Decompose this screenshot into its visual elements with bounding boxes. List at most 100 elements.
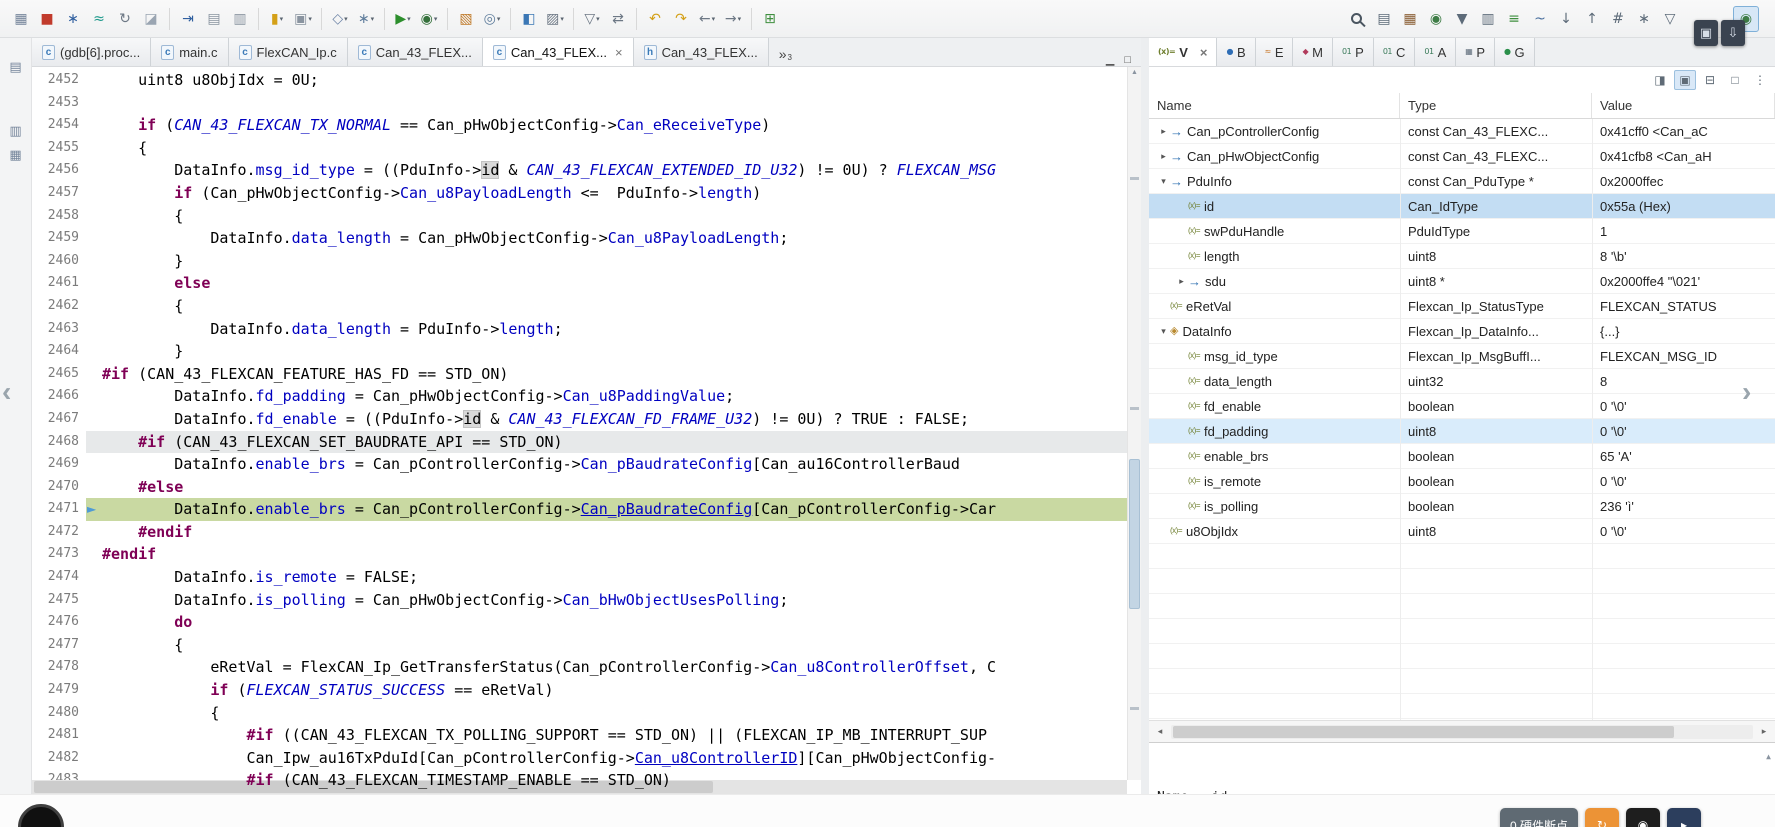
toolbar-button-open-perspective[interactable]: ▦ xyxy=(8,6,34,32)
toolbar-button-memory-view[interactable]: ▥ xyxy=(1475,6,1501,32)
toolbar-button-filter[interactable]: ▽ ▾ xyxy=(579,6,605,32)
toolbar-button-redo[interactable]: ↷ xyxy=(668,6,694,32)
left-chevron-icon[interactable]: ‹ xyxy=(2,378,11,406)
variable-row-sdu[interactable]: ▸ → sdu uint8 * 0x2000ffe4 "\021' xyxy=(1149,269,1775,294)
toolbar-button-terminate[interactable]: ■ xyxy=(34,6,60,32)
code-line-2464[interactable]: } xyxy=(86,340,1127,363)
code-line-2466[interactable]: DataInfo.fd_padding = Can_pHwObjectConfi… xyxy=(86,385,1127,408)
code-line-2455[interactable]: { xyxy=(86,137,1127,160)
right-chevron-icon[interactable]: › xyxy=(1742,378,1751,406)
code-line-2462[interactable]: { xyxy=(86,295,1127,318)
taskbar-button-tool-black[interactable]: ◉ xyxy=(1626,808,1661,827)
toolbar-button-connect-target[interactable]: ≈ xyxy=(86,6,112,32)
toolbar-button-pin-editor[interactable]: ▼ xyxy=(1449,6,1475,32)
view-tab-aux-registers[interactable]: 01 A xyxy=(1415,38,1457,66)
scroll-thumb[interactable] xyxy=(1173,725,1674,738)
expand-icon[interactable]: ▸ xyxy=(1175,276,1188,287)
column-divider[interactable] xyxy=(1400,119,1401,720)
maximize-button[interactable]: □ xyxy=(1124,54,1131,66)
scroll-left-button[interactable]: ◂ xyxy=(1151,726,1169,737)
code-line-2471[interactable]: ► DataInfo.enable_brs = Can_pControllerC… xyxy=(86,498,1127,521)
code-line-2468[interactable]: #if (CAN_43_FLEXCAN_SET_BAUDRATE_API == … xyxy=(86,430,1127,454)
minimized-view-outline-icon[interactable]: ▥ xyxy=(5,120,27,142)
toolbar-button-view-grid[interactable]: ▥ xyxy=(227,6,253,32)
editor-tab-gdb-6-proc[interactable]: c (gdb[6].proc... xyxy=(32,38,152,66)
toolbar-button-terminal-view[interactable]: # xyxy=(1605,6,1631,32)
expand-icon[interactable]: ▸ xyxy=(1157,126,1170,137)
overview-mark[interactable] xyxy=(1130,177,1139,180)
view-tab-globals[interactable]: ● G xyxy=(1495,38,1535,66)
close-view-icon[interactable]: × xyxy=(1200,46,1208,59)
toolbar-button-build-all[interactable]: ▨ ▾ xyxy=(542,6,568,32)
column-header-value[interactable]: Value xyxy=(1592,93,1775,118)
variable-row-eretval[interactable]: (x)= eRetVal Flexcan_Ip_StatusType FLEXCAN_… xyxy=(1149,294,1775,319)
variable-row-is-polling[interactable]: (x)= is_polling boolean 236 'ì' xyxy=(1149,494,1775,519)
toolbar-button-swap-views[interactable]: ⇄ xyxy=(605,6,631,32)
view-tab-peripherals[interactable]: 01 P xyxy=(1332,38,1374,66)
code-line-2479[interactable]: if (FLEXCAN_STATUS_SUCCESS == eRetVal) xyxy=(86,679,1127,702)
code-line-2477[interactable]: { xyxy=(86,634,1127,657)
variable-row-id[interactable]: (x)= id Can_IdType 0x55a (Hex) xyxy=(1149,194,1775,219)
variables-toolbar-show-logical-structure-icon[interactable]: ◨ xyxy=(1649,70,1671,90)
scroll-right-button[interactable]: ▸ xyxy=(1755,726,1773,737)
tab-overflow-indicator[interactable]: » 3 xyxy=(775,46,796,66)
code-line-2452[interactable]: uint8 u8ObjIdx = 0U; xyxy=(86,69,1127,92)
editor-panel-sash[interactable] xyxy=(1141,38,1149,794)
toolbar-button-target-tasks[interactable]: ▣ ▾ xyxy=(290,6,316,32)
toolbar-button-new-wizard[interactable]: ∗ xyxy=(60,6,86,32)
taskbar-button-hw-breakpoints[interactable]: 0 硬件断点 xyxy=(1500,808,1579,827)
code-line-2459[interactable]: DataInfo.data_length = Can_pHwObjectConf… xyxy=(86,227,1127,250)
code-line-2472[interactable]: #endif xyxy=(86,521,1127,544)
toolbar-button-snippets-view[interactable]: ∗ xyxy=(1631,6,1657,32)
variable-row-can-pcontrollerconfig[interactable]: ▸ → Can_pControllerConfig const Can_43_FLEX… xyxy=(1149,119,1775,144)
taskbar-button-tool-orange[interactable]: ↻ xyxy=(1585,808,1620,827)
editor-vertical-scrollbar[interactable]: ▲ xyxy=(1127,67,1141,780)
scroll-track[interactable] xyxy=(1171,724,1753,739)
code-line-2478[interactable]: eRetVal = FlexCAN_Ip_GetTransferStatus(C… xyxy=(86,656,1127,679)
code-line-2456[interactable]: DataInfo.msg_id_type = ((PduInfo->id & C… xyxy=(86,159,1127,182)
vertical-scroll-thumb[interactable] xyxy=(1129,459,1140,609)
collapse-icon[interactable]: ▾ xyxy=(1157,326,1170,337)
toolbar-button-annotate[interactable]: ◇ ▾ xyxy=(327,6,353,32)
detail-scroll-up-icon[interactable]: ▲ xyxy=(1766,747,1771,767)
code-line-2457[interactable]: if (Can_pHwObjectConfig->Can_u8PayloadLe… xyxy=(86,182,1127,205)
variables-horizontal-scrollbar[interactable]: ◂ ▸ xyxy=(1149,720,1775,742)
editor-tab-can-43-flex[interactable]: c Can_43_FLEX... xyxy=(347,38,483,66)
toolbar-button-cpp-perspective[interactable]: ▦ xyxy=(1397,6,1423,32)
variables-toolbar-collapse-all-icon[interactable]: ⊟ xyxy=(1699,70,1721,90)
toolbar-button-edit-config[interactable]: ◪ xyxy=(138,6,164,32)
minimize-button[interactable]: ▁ xyxy=(1106,53,1114,66)
toolbar-button-favorites[interactable]: ∗ ▾ xyxy=(353,6,379,32)
code-editor[interactable]: 2452 2453 2454 2455 2456 2457 2458 2459 2460 2461… xyxy=(32,67,1141,794)
variable-row-msg-id-type[interactable]: (x)= msg_id_type Flexcan_Ip_MsgBuffI... FLE… xyxy=(1149,344,1775,369)
search-button[interactable] xyxy=(1343,6,1369,32)
code-line-2460[interactable]: } xyxy=(86,250,1127,273)
code-line-2476[interactable]: do xyxy=(86,611,1127,634)
toolbar-button-debug-view[interactable]: ◉ xyxy=(1423,6,1449,32)
code-line-2482[interactable]: Can_Ipw_au16TxPduId[Can_pControllerConfi… xyxy=(86,747,1127,770)
column-header-name[interactable]: Name xyxy=(1149,93,1400,118)
column-header-type[interactable]: Type xyxy=(1400,93,1592,118)
code-line-2467[interactable]: DataInfo.fd_enable = ((PduInfo->id & CAN… xyxy=(86,408,1127,431)
variable-row-fd-enable[interactable]: (x)= fd_enable boolean 0 '\0' xyxy=(1149,394,1775,419)
toolbar-button-build[interactable]: ◧ xyxy=(516,6,542,32)
editor-tab-can-43-flex[interactable]: h Can_43_FLEX... xyxy=(633,38,769,66)
toolbar-button-flash-programmer[interactable]: ▮ ▾ xyxy=(264,6,290,32)
toolbar-button-step-commands[interactable]: ⇥ xyxy=(175,6,201,32)
overview-mark[interactable] xyxy=(1130,407,1139,410)
column-divider[interactable] xyxy=(1592,119,1593,720)
code-line-2463[interactable]: DataInfo.data_length = PduInfo->length; xyxy=(86,318,1127,341)
view-tab-core-registers[interactable]: 01 C xyxy=(1373,38,1416,66)
toolbar-button-forward[interactable]: → ▾ xyxy=(720,6,746,32)
editor-tab-can-43-flex[interactable]: c Can_43_FLEX... × xyxy=(482,37,634,66)
overview-mark[interactable] xyxy=(1130,707,1139,710)
expand-icon[interactable]: ▸ xyxy=(1157,151,1170,162)
code-area[interactable]: uint8 u8ObjIdx = 0U; if (CAN_43_FLEXCAN_… xyxy=(86,67,1127,794)
view-tab-peripheral-registers[interactable]: ▦ P xyxy=(1456,38,1496,66)
code-line-2470[interactable]: #else xyxy=(86,476,1127,499)
minimized-view-build-targets-icon[interactable]: ▦ xyxy=(5,144,27,166)
toolbar-button-upload-view[interactable]: ↑ xyxy=(1579,6,1605,32)
toolbar-button-view-table[interactable]: ▤ xyxy=(201,6,227,32)
variables-toolbar-layout-icon[interactable]: ▣ xyxy=(1674,70,1696,90)
toolbar-button-profile[interactable]: ◎ ▾ xyxy=(479,6,505,32)
